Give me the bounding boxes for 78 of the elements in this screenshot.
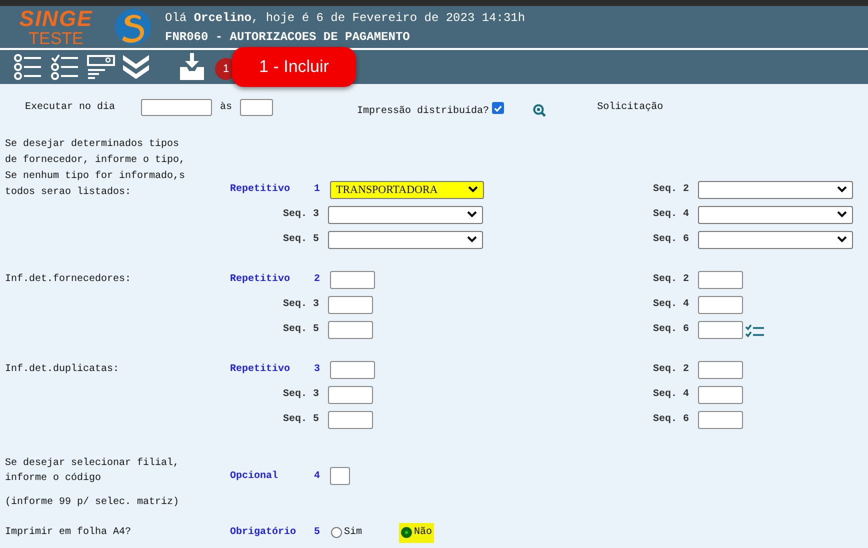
section-number: 2 (314, 274, 320, 285)
greeting-text: Olá Orcelino, hoje é 6 de Fevereiro de 2023 14:31h (165, 10, 526, 24)
text-field[interactable] (698, 360, 743, 378)
sequence-label: Seq. 5 (282, 414, 320, 425)
section-description: Imprimir em folha A4? (5, 527, 132, 538)
logo-icon (114, 8, 152, 46)
code-field[interactable] (330, 467, 350, 485)
section-number: 3 (314, 364, 320, 375)
radio-option[interactable]: Sim (329, 522, 364, 542)
date-field[interactable] (141, 98, 212, 116)
section-tag: Obrigatório (230, 527, 296, 538)
execute-label: Executar no dia (25, 102, 116, 112)
section-description: Inf.det.duplicatas: (5, 364, 120, 375)
dropdown[interactable] (698, 180, 853, 198)
sequence-label: Seq. 3 (282, 209, 320, 220)
text-field[interactable] (328, 320, 373, 338)
chevron-icon (837, 211, 847, 218)
text-field[interactable] (330, 360, 375, 378)
dropdown[interactable]: TRANSPORTADORA (330, 180, 484, 198)
section-number: 1 (314, 184, 320, 195)
sequence-label: Seq. 6 (652, 234, 690, 245)
section-number: 5 (314, 527, 320, 538)
tooltip: 1 - Incluir (232, 47, 356, 87)
section-tag: Repetitivo (230, 364, 290, 375)
download-tray-icon[interactable] (179, 53, 205, 81)
time-label: às (220, 102, 232, 112)
sequence-label: Seq. 5 (282, 324, 320, 335)
logo-text: SINGE (19, 8, 93, 30)
search-icon[interactable] (533, 104, 546, 116)
sequence-label: Seq. 3 (282, 299, 320, 310)
sequence-label: Seq. 2 (652, 364, 690, 375)
search-form-icon[interactable] (87, 54, 115, 80)
chevron-icon (467, 236, 477, 243)
request-label: Solicitação (597, 102, 664, 112)
sequence-label: Seq. 6 (652, 414, 690, 425)
section-description: Se desejar selecionar filial, informe o código (5, 456, 180, 486)
sequence-label: Seq. 4 (652, 209, 690, 220)
text-field[interactable] (698, 296, 743, 314)
time-field[interactable] (240, 98, 274, 116)
sequence-label: Seq. 4 (652, 389, 690, 400)
dropdown[interactable] (328, 230, 483, 248)
checklist-icon[interactable] (745, 324, 765, 338)
sequence-label: Seq. 4 (652, 299, 690, 310)
sequence-label: Seq. 2 (652, 274, 690, 285)
section-description: Inf.det.fornecedores: (5, 274, 132, 285)
chevron-icon (837, 236, 847, 243)
dropdown[interactable] (328, 206, 483, 224)
sequence-label: Seq. 6 (652, 324, 690, 335)
sequence-label: Seq. 2 (652, 184, 690, 195)
text-field[interactable] (330, 270, 375, 288)
chevron-icon (837, 186, 847, 193)
sequence-label: Seq. 3 (282, 389, 320, 400)
text-field[interactable] (698, 386, 743, 404)
chevron-icon (468, 186, 478, 193)
section-tag: Repetitivo (230, 274, 290, 285)
checklist-icon[interactable] (50, 54, 80, 80)
text-field[interactable] (698, 270, 743, 288)
dropdown[interactable] (698, 230, 853, 248)
section-tag: Opcional (230, 470, 278, 482)
chevrons-down-icon[interactable] (122, 54, 150, 80)
text-field[interactable] (698, 320, 743, 338)
logo-subtitle: TESTE (28, 30, 84, 46)
print-label: Impressão distribuída? (357, 106, 490, 116)
text-field[interactable] (328, 386, 373, 404)
sequence-label: Seq. 5 (282, 234, 320, 245)
text-field[interactable] (328, 410, 373, 428)
text-field[interactable] (698, 410, 743, 428)
section-number: 4 (314, 470, 320, 482)
chevron-icon (467, 211, 477, 218)
checkbox[interactable] (492, 102, 504, 114)
section-description: Se desejar determinados tipos de fornecedor, informe o tipo, Se nenhum tipo for informado,s todos serao listados: (5, 138, 186, 200)
section-note: (informe 99 p/ selec. matriz) (5, 497, 180, 508)
page-title: FNR060 - AUTORIZACOES DE PAGAMENTO (165, 30, 411, 44)
radio-option[interactable]: Não (399, 522, 434, 542)
dropdown[interactable] (698, 206, 853, 224)
section-tag: Repetitivo (230, 184, 290, 195)
list-icon[interactable] (13, 54, 43, 80)
text-field[interactable] (328, 296, 373, 314)
